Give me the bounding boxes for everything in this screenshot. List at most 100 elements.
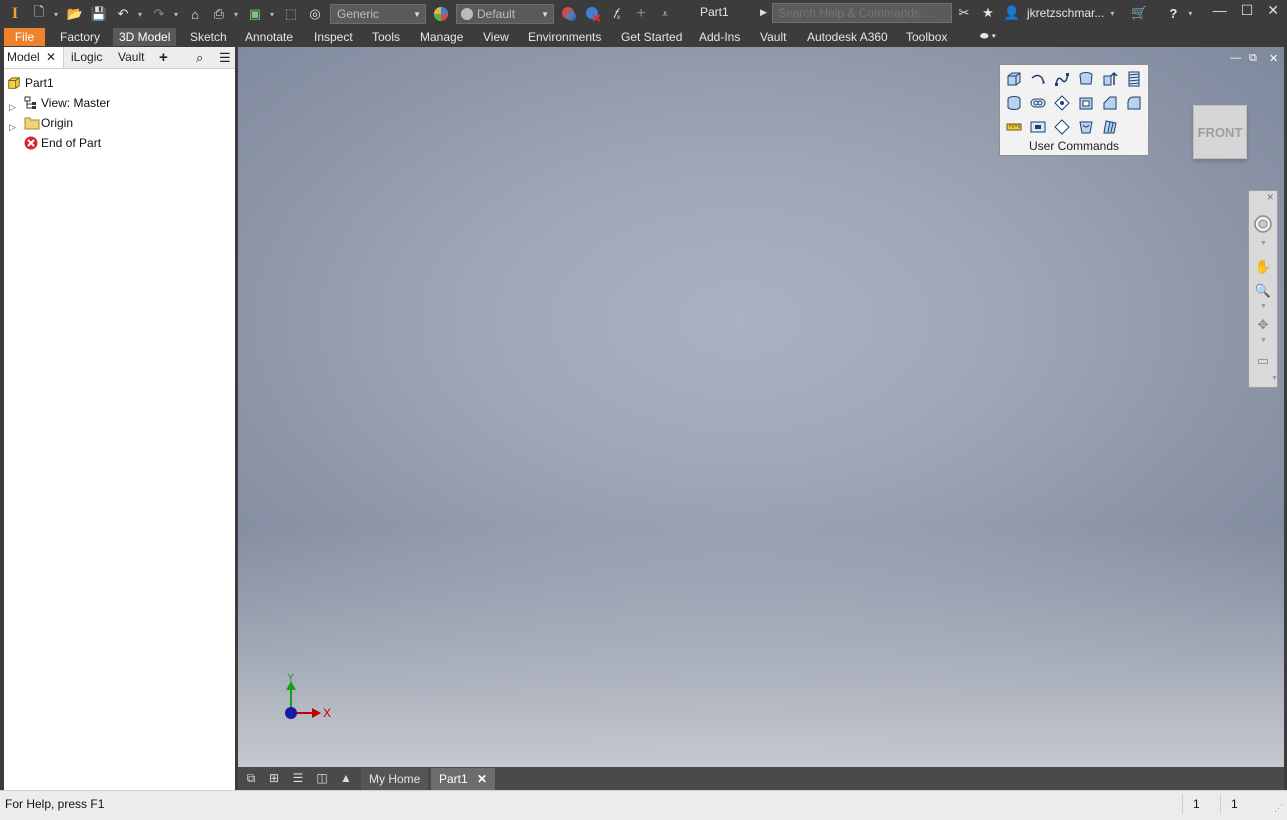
tree-item-part1[interactable]: Part1 — [4, 73, 235, 93]
look-at-icon[interactable]: ▭ — [1253, 351, 1273, 371]
tree-item-end-of-part[interactable]: End of Part — [4, 133, 235, 153]
coil-icon[interactable] — [1124, 69, 1144, 89]
star-icon[interactable]: ★ — [979, 4, 997, 22]
chamfer-icon[interactable] — [1100, 93, 1120, 113]
minimize-icon[interactable]: — — [1213, 2, 1227, 19]
search-icon[interactable]: ⌕ — [196, 47, 203, 68]
tab-add-ins[interactable]: Add-Ins — [693, 28, 746, 46]
steering-wheel-icon[interactable] — [1253, 214, 1273, 234]
web-icon[interactable]: ◎ — [306, 5, 324, 23]
slot-icon[interactable] — [1028, 93, 1048, 113]
cascade-windows-icon[interactable]: ⧉ — [242, 770, 260, 786]
close-icon[interactable]: ✕ — [477, 772, 487, 786]
new-icon[interactable]: 🗋 — [30, 4, 48, 23]
user-name[interactable]: jkretzschmar... — [1027, 6, 1104, 20]
tab-part1[interactable]: Part1 ✕ — [431, 768, 496, 790]
spline-icon[interactable] — [1052, 69, 1072, 89]
help-icon[interactable]: ? — [1164, 4, 1182, 22]
maximize-icon[interactable]: ☐ — [1241, 2, 1254, 19]
home-icon[interactable]: ⌂ — [186, 5, 204, 23]
orbit-dropdown-icon[interactable]: ▼ — [1260, 337, 1267, 344]
close-icon[interactable]: ✕ — [46, 47, 56, 68]
tab-ilogic[interactable]: iLogic — [71, 47, 102, 68]
navbar-close-icon[interactable]: ✕ — [1266, 192, 1274, 203]
save-icon[interactable]: 💾 — [90, 5, 108, 23]
tree-item-view-master[interactable]: ▷ View: Master — [4, 93, 235, 113]
update-icon[interactable]: ▣ — [246, 5, 264, 23]
tab-tools[interactable]: Tools — [366, 28, 406, 46]
tile-vertical-icon[interactable]: ◫ — [313, 770, 331, 786]
select-icon[interactable]: ⬚ — [282, 5, 300, 23]
sweep-icon[interactable] — [1028, 69, 1048, 89]
measure-icon[interactable] — [1004, 117, 1024, 137]
panel-restore-icon[interactable]: ⧉ — [1249, 52, 1257, 65]
tab-annotate[interactable]: Annotate — [239, 28, 299, 46]
push-pull-icon[interactable] — [1100, 69, 1120, 89]
loft-icon[interactable] — [1076, 69, 1096, 89]
user-icon[interactable]: 👤 — [1003, 4, 1021, 22]
tab-vault[interactable]: Vault — [754, 28, 792, 46]
tab-factory[interactable]: Factory — [54, 28, 106, 46]
rib-icon[interactable] — [1100, 117, 1120, 137]
menu-icon[interactable]: ☰ — [219, 47, 231, 68]
viewcube[interactable]: FRONT — [1193, 105, 1247, 159]
open-documents-icon[interactable]: ▲ — [337, 770, 355, 786]
app-logo-icon[interactable]: I — [6, 5, 24, 23]
print-dropdown-icon[interactable]: ▾ — [234, 10, 240, 19]
extrude-icon[interactable] — [1004, 69, 1024, 89]
help-dropdown-icon[interactable]: ▾ — [1188, 9, 1194, 18]
appearance-select[interactable]: Default ▼ — [456, 4, 554, 24]
tab-view[interactable]: View — [477, 28, 515, 46]
tab-manage[interactable]: Manage — [414, 28, 469, 46]
zoom-icon[interactable]: 🔍 — [1253, 281, 1273, 301]
update-dropdown-icon[interactable]: ▾ — [270, 10, 276, 19]
tab-model[interactable]: Model ✕ — [4, 47, 64, 68]
split-icon[interactable] — [1076, 117, 1096, 137]
pan-icon[interactable]: ✋ — [1253, 257, 1273, 277]
material-select[interactable]: Generic ▼ — [330, 4, 426, 24]
tab-3d-model[interactable]: 3D Model — [113, 28, 177, 46]
tab-environments[interactable]: Environments — [522, 28, 607, 46]
cart-icon[interactable]: 🛒 — [1130, 4, 1148, 22]
cylinder-icon[interactable] — [1004, 93, 1024, 113]
satellite-icon[interactable]: ✂ — [955, 4, 973, 22]
tab-inspect[interactable]: Inspect — [308, 28, 359, 46]
tab-toolbox[interactable]: Toolbox — [900, 28, 953, 46]
redo-dropdown-icon[interactable]: ▾ — [174, 10, 180, 19]
undo-icon[interactable]: ↶ — [114, 5, 132, 23]
search-input[interactable] — [772, 3, 952, 23]
undo-dropdown-icon[interactable]: ▾ — [138, 10, 144, 19]
fillet-icon[interactable] — [1124, 93, 1144, 113]
search-expand-icon[interactable]: ▶ — [760, 7, 767, 18]
fx-icon[interactable]: 𝑓ₓ — [608, 5, 626, 23]
emboss-icon[interactable] — [1028, 117, 1048, 137]
plus-icon[interactable]: + — [632, 5, 650, 23]
work-point-icon[interactable] — [1052, 117, 1072, 137]
tab-get-started[interactable]: Get Started — [615, 28, 688, 46]
clear-appearance-icon[interactable] — [584, 5, 602, 23]
zoom-dropdown-icon[interactable]: ▼ — [1260, 303, 1267, 310]
tile-horizontal-icon[interactable]: ☰ — [289, 770, 307, 786]
new-dropdown-icon[interactable]: ▾ — [54, 10, 60, 19]
panel-minimize-icon[interactable]: — — [1230, 52, 1241, 64]
ribbon-display-toggle[interactable]: ⬬ ▾ — [974, 28, 1002, 46]
steering-dropdown-icon[interactable]: ▼ — [1260, 240, 1267, 247]
tab-file[interactable]: File — [4, 28, 45, 46]
customize-icon[interactable]: ⩡ — [656, 5, 674, 23]
user-dropdown-icon[interactable]: ▾ — [1110, 9, 1116, 18]
navbar-expand-icon[interactable]: ▼ — [1271, 375, 1278, 382]
print-icon[interactable]: ⎙ — [210, 5, 228, 23]
panel-close-icon[interactable]: ✕ — [1269, 52, 1278, 65]
close-icon[interactable]: ✕ — [1267, 2, 1279, 19]
tree-item-origin[interactable]: ▷ Origin — [4, 113, 235, 133]
add-tab-icon[interactable]: + — [159, 47, 168, 68]
redo-icon[interactable]: ↷ — [150, 5, 168, 23]
tab-autodesk-a360[interactable]: Autodesk A360 — [801, 28, 894, 46]
resize-grip-icon[interactable]: ⋰ — [1274, 803, 1283, 814]
orbit-icon[interactable]: ✥ — [1253, 315, 1273, 335]
tab-my-home[interactable]: My Home — [361, 768, 429, 790]
hole-icon[interactable] — [1052, 93, 1072, 113]
tab-sketch[interactable]: Sketch — [184, 28, 233, 46]
tile-windows-icon[interactable]: ⊞ — [265, 770, 283, 786]
shell-icon[interactable] — [1076, 93, 1096, 113]
